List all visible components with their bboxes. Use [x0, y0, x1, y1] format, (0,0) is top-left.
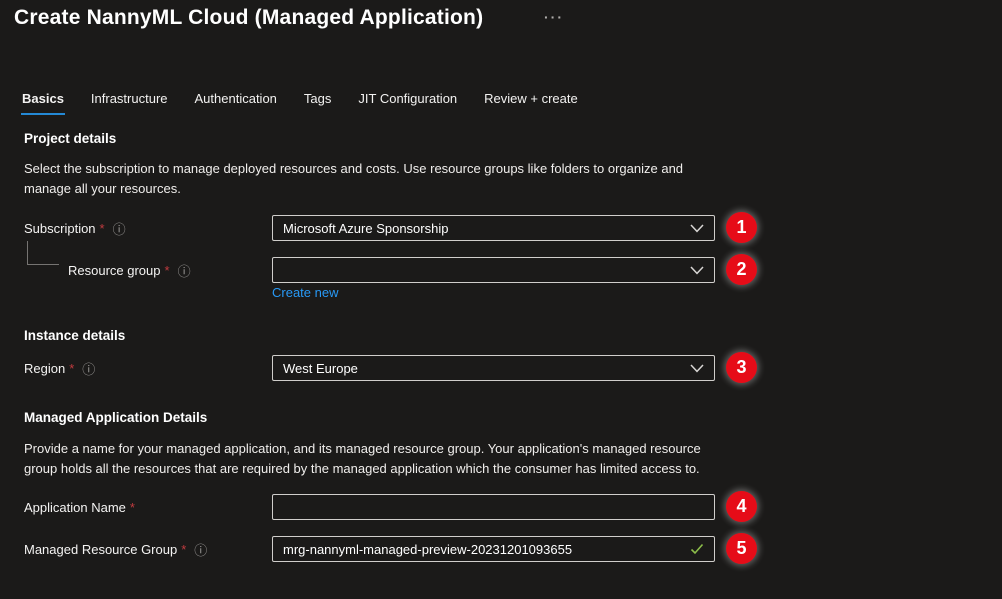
subscription-resource-group-connector: [27, 241, 59, 265]
annotation-badge-2: 2: [726, 254, 757, 285]
subscription-dropdown[interactable]: Microsoft Azure Sponsorship: [272, 215, 715, 241]
application-name-input[interactable]: [283, 500, 704, 515]
required-asterisk: *: [181, 542, 186, 557]
subscription-value: Microsoft Azure Sponsorship: [283, 221, 448, 236]
managed-app-details-heading: Managed Application Details: [24, 410, 207, 425]
tab-jit-configuration-label: JIT Configuration: [358, 91, 457, 106]
managed-resource-group-input[interactable]: [283, 542, 682, 557]
tab-infrastructure[interactable]: Infrastructure: [91, 91, 168, 115]
chevron-down-icon: [690, 364, 704, 373]
info-icon[interactable]: ⓘ: [82, 359, 95, 378]
region-label-text: Region: [24, 361, 65, 376]
tab-authentication-label: Authentication: [195, 91, 277, 106]
required-asterisk: *: [100, 221, 105, 236]
page-title: Create NannyML Cloud (Managed Applicatio…: [14, 6, 483, 30]
chevron-down-icon: [690, 224, 704, 233]
info-icon[interactable]: ⓘ: [178, 261, 191, 280]
more-options-icon[interactable]: ···: [544, 10, 564, 24]
resource-group-dropdown[interactable]: [272, 257, 715, 283]
create-managed-app-page: Create NannyML Cloud (Managed Applicatio…: [0, 0, 1002, 599]
annotation-badge-4: 4: [726, 491, 757, 522]
instance-details-heading: Instance details: [24, 328, 125, 343]
create-new-link[interactable]: Create new: [272, 285, 338, 300]
required-asterisk: *: [69, 361, 74, 376]
tab-infrastructure-label: Infrastructure: [91, 91, 168, 106]
application-name-field: [272, 494, 715, 520]
managed-resource-group-label: Managed Resource Group * ⓘ: [24, 536, 207, 562]
managed-app-details-description: Provide a name for your managed applicat…: [24, 439, 701, 478]
tab-jit-configuration[interactable]: JIT Configuration: [358, 91, 457, 115]
tab-review-create-label: Review + create: [484, 91, 578, 106]
application-name-label: Application Name *: [24, 494, 135, 520]
chevron-down-icon: [690, 266, 704, 275]
application-name-label-text: Application Name: [24, 500, 126, 515]
region-dropdown[interactable]: West Europe: [272, 355, 715, 381]
project-details-heading: Project details: [24, 131, 116, 146]
resource-group-label-text: Resource group: [68, 263, 161, 278]
annotation-badge-3: 3: [726, 352, 757, 383]
required-asterisk: *: [130, 500, 135, 515]
managed-resource-group-field: [272, 536, 715, 562]
region-label: Region * ⓘ: [24, 355, 95, 381]
resource-group-label: Resource group * ⓘ: [68, 257, 191, 283]
tab-tags-label: Tags: [304, 91, 331, 106]
checkmark-icon: [690, 543, 704, 555]
tab-review-create[interactable]: Review + create: [484, 91, 578, 115]
tab-authentication[interactable]: Authentication: [195, 91, 277, 115]
info-icon[interactable]: ⓘ: [113, 219, 126, 238]
region-value: West Europe: [283, 361, 358, 376]
subscription-label-text: Subscription: [24, 221, 96, 236]
tab-basics-label: Basics: [22, 91, 64, 106]
tab-basics[interactable]: Basics: [22, 91, 64, 115]
annotation-badge-5: 5: [726, 533, 757, 564]
managed-resource-group-label-text: Managed Resource Group: [24, 542, 177, 557]
tab-tags[interactable]: Tags: [304, 91, 331, 115]
annotation-badge-1: 1: [726, 212, 757, 243]
required-asterisk: *: [165, 263, 170, 278]
wizard-tabs: Basics Infrastructure Authentication Tag…: [22, 91, 578, 115]
info-icon[interactable]: ⓘ: [194, 540, 207, 559]
project-details-description: Select the subscription to manage deploy…: [24, 159, 683, 198]
subscription-label: Subscription * ⓘ: [24, 215, 126, 241]
